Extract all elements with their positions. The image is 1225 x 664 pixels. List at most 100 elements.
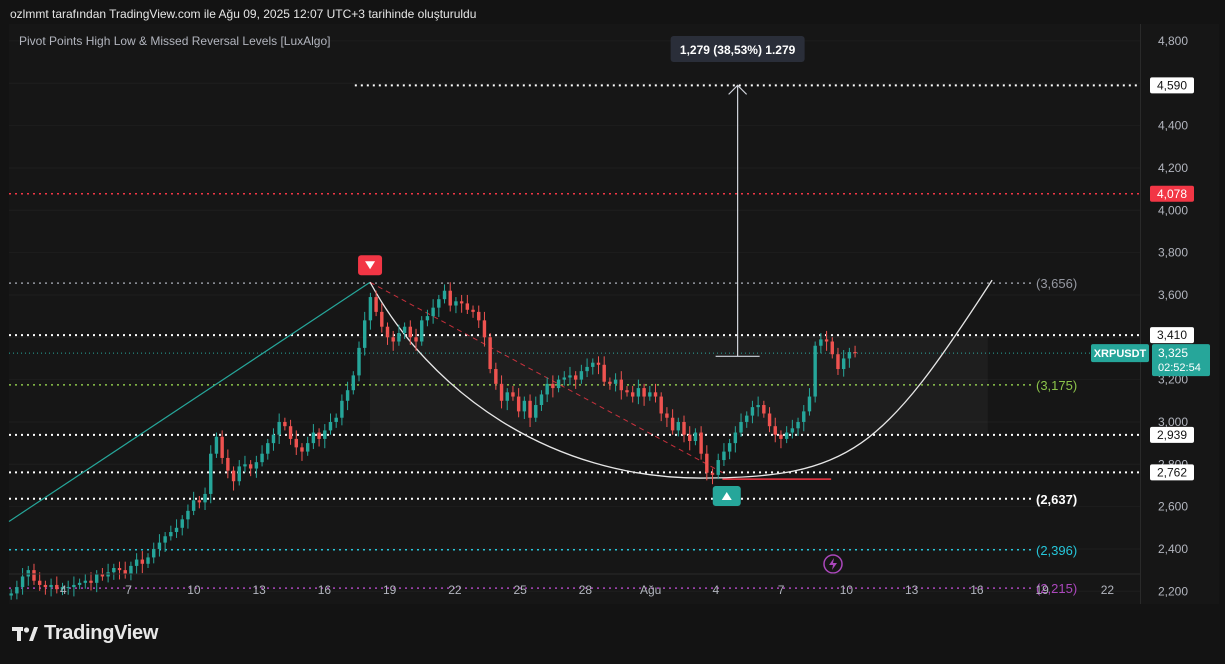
indicator-legend[interactable]: Pivot Points High Low & Missed Reversal …: [19, 34, 330, 48]
candle: [391, 337, 395, 342]
price-tag-label: 3,410: [1157, 328, 1187, 342]
candle: [328, 421, 333, 431]
candle: [528, 400, 532, 418]
attribution-text: ozlmmt tarafından TradingView.com ile Ağ…: [10, 7, 477, 21]
candle: [357, 347, 361, 376]
candle: [157, 542, 162, 549]
x-tick-label: 13: [905, 583, 919, 597]
candle: [699, 432, 703, 454]
candle: [180, 519, 184, 528]
tradingview-logo[interactable]: TradingView: [12, 622, 158, 645]
candle: [511, 392, 515, 397]
x-tick-label: 13: [252, 583, 266, 597]
candle: [37, 580, 42, 585]
candle: [591, 362, 595, 367]
candle: [214, 436, 219, 454]
candle: [89, 580, 93, 583]
x-tick-label: 22: [1101, 583, 1115, 597]
candle: [334, 417, 338, 422]
price-tag-label: 4,078: [1157, 187, 1187, 201]
candle: [197, 500, 202, 503]
candle: [585, 366, 589, 372]
candle: [522, 400, 527, 412]
candle: [613, 379, 618, 384]
x-tick-label: 10: [840, 583, 854, 597]
x-tick-label: 25: [513, 583, 527, 597]
candle: [602, 364, 606, 382]
candle: [813, 345, 817, 397]
candle: [636, 388, 641, 397]
y-tick-label: 2,400: [1158, 542, 1188, 556]
candle: [693, 432, 698, 442]
y-tick-label: 3,600: [1158, 288, 1188, 302]
candle: [836, 354, 840, 370]
price-tag-label: 4,590: [1157, 78, 1187, 92]
candle: [152, 548, 156, 558]
candle: [100, 574, 105, 577]
candle: [722, 451, 726, 461]
candle: [129, 565, 133, 575]
candle: [762, 405, 766, 414]
candle: [790, 428, 795, 433]
candle: [220, 436, 224, 458]
candle: [305, 443, 310, 452]
candle: [300, 447, 304, 452]
y-tick-label: 3,800: [1158, 246, 1188, 260]
candle: [648, 392, 652, 397]
candle: [819, 339, 823, 346]
candle: [733, 432, 738, 444]
candle: [619, 379, 624, 391]
candle: [494, 369, 498, 384]
brand-name: TradingView: [44, 622, 159, 644]
candle: [750, 407, 755, 416]
candle: [505, 392, 509, 401]
candle: [20, 576, 25, 588]
candle: [55, 584, 59, 590]
candle: [477, 311, 481, 321]
candle: [140, 559, 145, 564]
candle: [134, 559, 139, 566]
candle: [727, 443, 732, 452]
candle: [311, 432, 316, 444]
candle: [26, 570, 30, 577]
candle: [551, 383, 555, 389]
chart-canvas: (3,656)(3,175)(2,637)(2,396)(2,215) 1,27…: [8, 34, 1210, 600]
x-tick-label: 4: [60, 583, 67, 597]
candle: [431, 307, 435, 317]
candle: [402, 326, 407, 334]
candle: [374, 297, 378, 312]
candle: [248, 464, 253, 469]
candle: [288, 426, 293, 439]
level-label: (2,637): [1036, 492, 1077, 507]
candle: [237, 466, 241, 482]
candle: [77, 582, 82, 585]
candle: [545, 383, 549, 395]
candle: [425, 316, 430, 321]
x-tick-label: 16: [970, 583, 984, 597]
candle: [191, 500, 196, 511]
candle: [665, 413, 669, 418]
candle: [83, 580, 88, 583]
candle: [767, 413, 772, 427]
candle: [414, 337, 418, 342]
candle: [659, 396, 663, 414]
candle: [209, 453, 213, 494]
candle: [796, 421, 800, 429]
candle: [112, 568, 116, 573]
candle: [340, 400, 344, 418]
candle: [653, 392, 658, 397]
y-tick-label: 2,600: [1158, 500, 1188, 514]
candle: [670, 417, 675, 431]
candle: [94, 574, 99, 583]
candle: [802, 411, 806, 422]
price-tag-label: 2,939: [1157, 428, 1187, 442]
candle: [362, 320, 367, 348]
level-label: (2,396): [1036, 543, 1077, 558]
candle: [630, 392, 635, 397]
candle: [442, 290, 447, 300]
x-tick-label: 7: [778, 583, 785, 597]
candle: [556, 379, 561, 389]
candle: [830, 341, 834, 355]
candle: [745, 415, 749, 422]
candle: [739, 421, 743, 433]
